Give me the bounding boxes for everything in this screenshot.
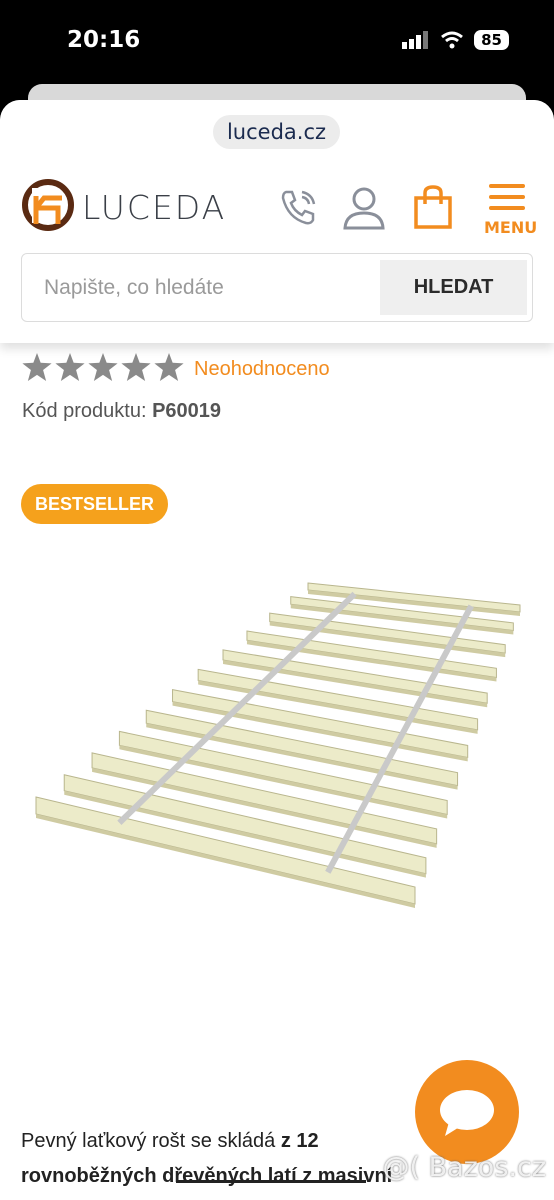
chat-bubble-icon — [440, 1090, 494, 1136]
logo-text[interactable]: LUCEDA — [82, 188, 226, 227]
star-rating[interactable] — [22, 353, 184, 381]
user-account-icon[interactable] — [342, 185, 386, 231]
star-icon — [88, 353, 118, 381]
menu-label[interactable]: MENU — [484, 218, 537, 237]
star-icon — [22, 353, 52, 381]
product-code-label: Kód produktu: — [22, 400, 147, 422]
product-code-value: P60019 — [152, 400, 222, 422]
rating-link[interactable]: Neohodnoceno — [194, 358, 330, 381]
cart-bag-icon[interactable] — [413, 184, 453, 230]
star-icon — [121, 353, 151, 381]
strike-overlay — [176, 1180, 366, 1183]
battery-indicator: 85 — [474, 30, 509, 50]
site-header: luceda.cz LUCEDA MENU HLEDAT — [0, 100, 554, 343]
url-bar[interactable]: luceda.cz — [213, 115, 340, 149]
phone-icon[interactable] — [278, 186, 320, 228]
star-icon — [154, 353, 184, 381]
signal-icon — [402, 31, 429, 49]
luceda-logo-icon[interactable] — [22, 178, 74, 232]
product-image[interactable] — [30, 575, 530, 915]
chat-button[interactable] — [415, 1060, 519, 1164]
status-time: 20:16 — [67, 27, 141, 53]
bestseller-badge: BESTSELLER — [21, 484, 169, 524]
search-input[interactable] — [22, 254, 372, 321]
watermark-text: @( Bazos.cz — [382, 1152, 546, 1183]
search-bar: HLEDAT — [21, 253, 533, 322]
browser-sheet: luceda.cz LUCEDA MENU HLEDAT — [0, 100, 554, 1200]
description-text: Pevný laťkový rošt se skládá — [21, 1130, 281, 1152]
status-icons: 85 — [402, 30, 509, 50]
description-bold-2: rovnoběžných dřevěných latí z masivní — [21, 1165, 393, 1187]
product-code: Kód produktu: P60019 — [22, 400, 221, 423]
star-icon — [55, 353, 85, 381]
status-bar: 20:16 85 — [0, 0, 554, 82]
description-bold-1: z 12 — [280, 1130, 319, 1152]
hamburger-menu-icon[interactable] — [489, 182, 525, 212]
search-button[interactable]: HLEDAT — [380, 260, 527, 315]
wifi-icon — [441, 31, 464, 49]
